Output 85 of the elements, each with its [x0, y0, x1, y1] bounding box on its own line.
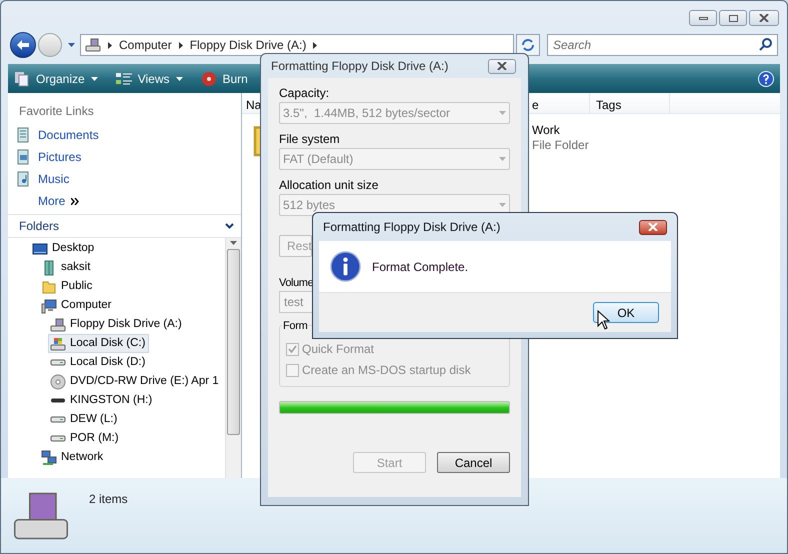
dvd-icon [50, 374, 66, 390]
tree-item[interactable]: DEW (L:) [48, 410, 122, 429]
disc-icon [200, 70, 216, 86]
tree-item[interactable]: Floppy Disk Drive (A:) [48, 315, 186, 334]
dialog-title: Formatting Floppy Disk Drive (A:) [323, 219, 500, 236]
checkbox-label: Quick Format [302, 341, 374, 358]
breadcrumb[interactable]: Floppy Disk Drive (A:) [190, 36, 306, 54]
tree-item[interactable]: POR (M:) [48, 429, 123, 448]
scroll-up-icon [230, 241, 237, 245]
picture-folder-icon [15, 149, 31, 165]
caret-icon [499, 111, 506, 115]
close-icon [497, 62, 507, 70]
caret-icon [499, 203, 506, 207]
tree-item[interactable]: KINGSTON (H:) [48, 391, 156, 410]
favorite-link[interactable]: Documents [15, 126, 99, 144]
checkbox[interactable] [286, 342, 299, 356]
desktop-icon [32, 240, 48, 256]
maximize-button[interactable] [719, 10, 747, 26]
item-count: 2 items [89, 491, 128, 508]
toolbar-button[interactable]: Burn [200, 70, 248, 88]
dialog-title: Formatting Floppy Disk Drive (A:) [271, 58, 448, 75]
field-label: Capacity: [279, 85, 330, 102]
checkbox-label: Create an MS-DOS startup disk [302, 362, 471, 379]
refresh-button[interactable] [516, 34, 540, 56]
history-caret-icon [68, 43, 74, 47]
scrollbar[interactable] [225, 238, 241, 478]
message-text: Format Complete. [372, 258, 468, 276]
caret-icon [90, 76, 98, 80]
favorite-link[interactable]: Pictures [15, 148, 82, 166]
floppy-drive-icon [85, 37, 101, 53]
chevron-icon [313, 42, 318, 48]
close-icon [759, 14, 769, 22]
chevron-down-icon [225, 223, 234, 229]
toolbar-button[interactable]: Views [116, 70, 182, 88]
favorite-link[interactable]: Music [15, 170, 70, 188]
minimize-button[interactable] [689, 10, 717, 26]
help-icon[interactable] [758, 70, 774, 86]
close-button[interactable] [639, 220, 667, 234]
folders-header[interactable]: Folders [8, 214, 241, 238]
system-disk-icon [50, 336, 66, 352]
double-chevron-icon [71, 198, 80, 204]
refresh-icon [521, 38, 535, 52]
address-bar[interactable]: Computer Floppy Disk Drive (A:) [80, 34, 514, 56]
tree-item[interactable]: Computer [39, 296, 116, 315]
caret-icon [499, 157, 506, 161]
tree-item[interactable]: saksit [39, 258, 94, 277]
info-icon [330, 251, 361, 282]
close-icon [648, 223, 658, 231]
chevron-icon [178, 42, 183, 48]
caret-icon [176, 76, 182, 80]
tree-item[interactable]: DVD/CD-RW Drive (E:) Apr 1 [48, 372, 223, 391]
tree-item[interactable]: Public [39, 277, 96, 296]
checkbox[interactable] [286, 364, 299, 376]
tree-item[interactable]: Desktop [30, 239, 98, 258]
left-arrow-icon [16, 39, 30, 51]
more-link[interactable]: More [38, 192, 80, 210]
tree-item[interactable]: Local Disk (C:) [48, 334, 150, 353]
music-folder-icon [15, 171, 31, 187]
search-field[interactable]: Search [547, 34, 778, 56]
column-header[interactable]: Tags [590, 93, 670, 113]
ok-button[interactable]: OK [593, 302, 659, 323]
computer-icon [41, 298, 57, 314]
tree-item[interactable]: Local Disk (D:) [48, 353, 150, 372]
pages-icon [14, 70, 30, 86]
toolbar-button[interactable]: Organize [14, 70, 98, 88]
list-icon [116, 72, 132, 86]
network-icon [41, 450, 57, 466]
floppy-icon [50, 316, 66, 332]
back-button[interactable] [10, 32, 36, 58]
breadcrumb[interactable]: Computer [119, 36, 172, 54]
dialog-button[interactable]: Cancel [437, 452, 510, 473]
section-title: Favorite Links [19, 104, 94, 118]
usb-icon [50, 398, 66, 403]
document-folder-icon [15, 127, 31, 143]
close-button[interactable] [749, 10, 779, 26]
tree-item[interactable]: Network [39, 448, 108, 467]
close-button[interactable] [488, 58, 516, 74]
checkmark-icon [288, 344, 297, 354]
folder-icon [41, 278, 57, 294]
field-label: Allocation unit size [279, 177, 380, 194]
field-label: Volume [279, 276, 314, 291]
field-label: File system [279, 131, 341, 148]
mouse-pointer-icon [597, 310, 610, 330]
chevron-icon [108, 42, 112, 48]
search-icon [759, 38, 772, 51]
